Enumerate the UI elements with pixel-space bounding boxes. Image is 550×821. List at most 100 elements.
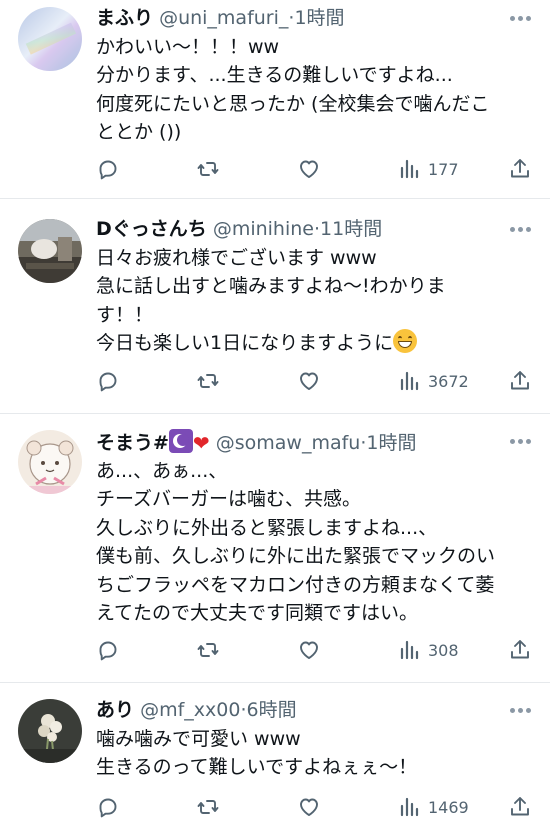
display-name[interactable]: そまう# xyxy=(96,432,169,454)
avatar-image xyxy=(18,7,82,71)
reply-button[interactable] xyxy=(96,367,120,395)
like-button[interactable] xyxy=(297,793,321,821)
views-count: 177 xyxy=(428,159,459,179)
like-button[interactable] xyxy=(297,155,321,183)
tweet-actions: 1469 xyxy=(96,793,536,821)
share-icon xyxy=(511,797,529,816)
tweet-line: 生きるのって難しいですよねぇぇ〜！ xyxy=(96,756,418,779)
avatar-image xyxy=(18,430,82,494)
tweet-line: 久しぶりに外出ると緊張しますよね...、 xyxy=(96,516,438,539)
tweet-line: かわいい〜！！！ww xyxy=(96,36,280,58)
avatar[interactable] xyxy=(18,699,82,763)
share-icon xyxy=(511,640,529,659)
views-count: 308 xyxy=(428,640,459,660)
more-icon[interactable] xyxy=(506,219,534,239)
reply-button[interactable] xyxy=(96,793,120,821)
views-icon xyxy=(400,159,419,179)
share-button[interactable] xyxy=(508,155,532,183)
avatar[interactable] xyxy=(18,219,82,283)
star-and-crescent-emoji xyxy=(168,429,193,453)
reply-icon xyxy=(99,798,117,818)
views-count: 3672 xyxy=(428,371,469,391)
display-name[interactable]: Dぐっさんち xyxy=(96,218,207,240)
display-name[interactable]: あり xyxy=(96,699,134,721)
user-handle[interactable]: @minihine xyxy=(213,218,314,240)
tweet-header: そまう# ❤ @somaw_mafu·1時間 xyxy=(96,429,416,455)
tweet-4[interactable]: あり @mf_xx00·6時間 噛み噛みで可愛い www 生きるのって難しいです… xyxy=(0,683,550,818)
views-button[interactable]: 308 xyxy=(398,636,459,664)
retweet-button[interactable] xyxy=(196,155,220,183)
timestamp[interactable]: 1時間 xyxy=(294,7,344,29)
avatar-image xyxy=(18,699,82,763)
retweet-icon xyxy=(197,162,219,176)
user-handle[interactable]: @somaw_mafu xyxy=(216,432,361,454)
views-button[interactable]: 1469 xyxy=(398,793,469,821)
display-name[interactable]: まふり xyxy=(96,7,153,29)
tweet-line: あ...、あぁ...、 xyxy=(96,460,228,482)
tweet-line: 今日も楽しい1日になりますように xyxy=(96,332,394,355)
tweet-line-with-emoji: 今日も楽しい1日になりますように xyxy=(96,329,536,357)
tweet-line: チーズバーガーは噛む、共感。 xyxy=(96,488,362,511)
views-count: 1469 xyxy=(428,797,469,817)
tweet-line: 僕も前、久しぶりに外に出た緊張でマックのい xyxy=(96,545,496,568)
user-handle[interactable]: @mf_xx00 xyxy=(140,699,240,721)
tweet-header: Dぐっさんち @minihine·11時間 xyxy=(96,217,382,241)
views-button[interactable]: 3672 xyxy=(398,367,469,395)
tweet-line: 分かります、...生きるの難しいですよね... xyxy=(96,64,453,87)
share-button[interactable] xyxy=(508,367,532,395)
views-icon xyxy=(400,797,419,817)
tweet-line: ちごフラッペをマカロン付きの方頼まなくて萎 xyxy=(96,573,495,596)
tweet-actions: 177 xyxy=(96,155,536,183)
heart-icon xyxy=(300,372,318,390)
more-icon[interactable] xyxy=(506,700,534,720)
tweet-header: まふり @uni_mafuri_·1時間 xyxy=(96,6,345,30)
retweet-button[interactable] xyxy=(196,367,220,395)
avatar[interactable] xyxy=(18,7,82,71)
more-icon[interactable] xyxy=(506,8,534,28)
tweet-line: 何度死にたいと思ったか (全校集会で噛んだこ xyxy=(96,92,490,115)
heart-icon xyxy=(300,641,318,659)
views-button[interactable]: 177 xyxy=(398,155,459,183)
timestamp[interactable]: 11時間 xyxy=(320,218,382,240)
like-button[interactable] xyxy=(297,636,321,664)
tweet-2[interactable]: Dぐっさんち @minihine·11時間 日々お疲れ様でございます www 急… xyxy=(0,199,550,413)
tweet-line: 日々お疲れ様でございます www xyxy=(96,247,377,269)
tweet-line: す！！ xyxy=(96,303,154,326)
heart-icon xyxy=(300,798,318,816)
reply-icon xyxy=(99,160,117,180)
more-icon[interactable] xyxy=(506,431,534,451)
retweet-button[interactable] xyxy=(196,793,220,821)
avatar[interactable] xyxy=(18,430,82,494)
reply-icon xyxy=(99,372,117,392)
tweet-text: 噛み噛みで可愛い www 生きるのって難しいですよねぇぇ〜！ xyxy=(96,725,536,782)
retweet-button[interactable] xyxy=(196,636,220,664)
tweet-text: あ...、あぁ...、 チーズバーガーは噛む、共感。 久しぶりに外出ると緊張しま… xyxy=(96,457,536,627)
avatar-image xyxy=(18,219,82,283)
timestamp[interactable]: 6時間 xyxy=(246,699,296,721)
timestamp[interactable]: 1時間 xyxy=(366,432,416,454)
tweet-3[interactable]: そまう# ❤ @somaw_mafu·1時間 あ...、あぁ...、 チーズバーガ… xyxy=(0,414,550,682)
retweet-icon xyxy=(197,643,219,657)
share-icon xyxy=(511,371,529,390)
share-button[interactable] xyxy=(508,636,532,664)
tweet-1[interactable]: まふり @uni_mafuri_·1時間 かわいい〜！！！ww 分かります、..… xyxy=(0,0,550,198)
grinning-face-emoji xyxy=(393,329,418,354)
tweet-line: えてたので大丈夫です同類ですはい。 xyxy=(96,602,419,625)
tweet-header: あり @mf_xx00·6時間 xyxy=(96,698,297,722)
reply-button[interactable] xyxy=(96,636,120,664)
tweet-line: 噛み噛みで可愛い www xyxy=(96,728,301,750)
tweet-line: 急に話し出すと噛みますよね〜!わかりま xyxy=(96,275,446,298)
retweet-icon xyxy=(197,374,219,388)
tweet-line: ととか ()) xyxy=(96,121,182,144)
reply-button[interactable] xyxy=(96,155,120,183)
share-button[interactable] xyxy=(508,793,532,821)
tweet-actions: 308 xyxy=(96,636,536,664)
views-icon xyxy=(400,371,419,391)
like-button[interactable] xyxy=(297,367,321,395)
reply-icon xyxy=(99,641,117,661)
retweet-icon xyxy=(197,800,219,814)
tweet-text: かわいい〜！！！ww 分かります、...生きるの難しいですよね... 何度死にた… xyxy=(96,33,536,147)
user-handle[interactable]: @uni_mafuri_ xyxy=(159,7,288,29)
share-icon xyxy=(511,159,529,178)
tweet-actions: 3672 xyxy=(96,367,536,395)
